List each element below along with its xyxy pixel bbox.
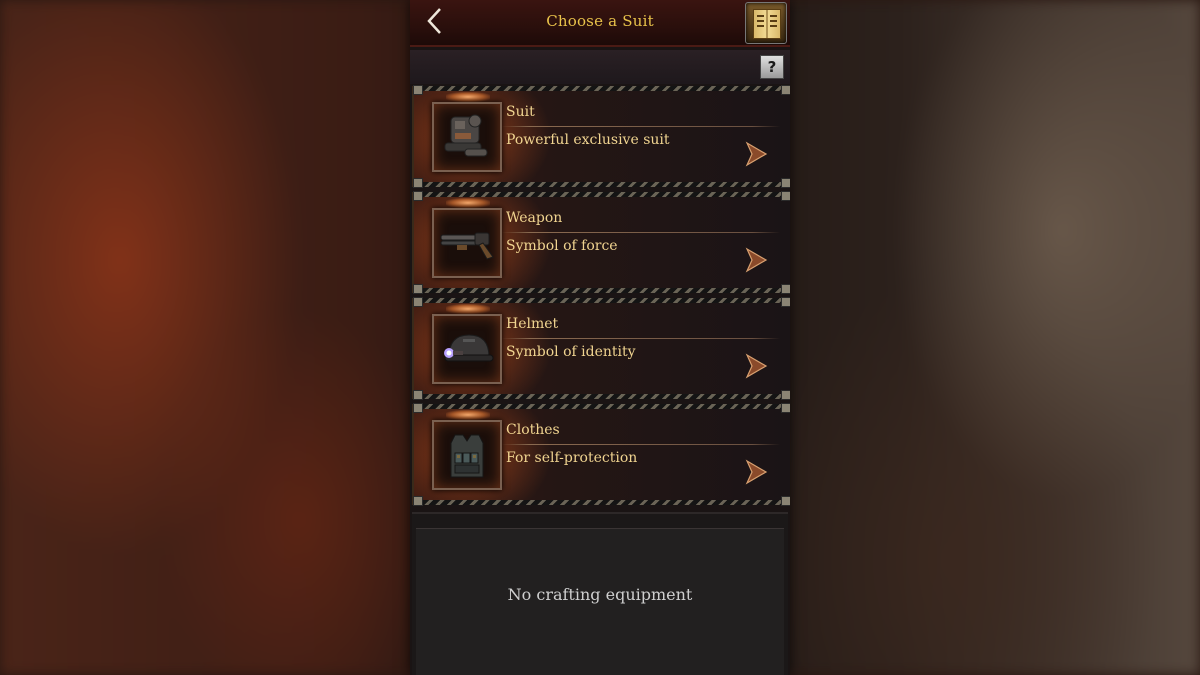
bolt — [413, 297, 423, 307]
item-icon-frame — [432, 102, 502, 172]
divider — [502, 232, 780, 233]
book-icon — [753, 9, 781, 39]
hazard-stripe — [422, 182, 782, 187]
bolt — [413, 496, 423, 506]
item-icon-frame — [432, 208, 502, 278]
game-window: Choose a Suit ? Suit Powerful exclusive … — [410, 0, 790, 675]
category-description: Symbol of force — [506, 238, 618, 254]
lamp-glow — [446, 92, 490, 102]
chevron-left-icon — [427, 8, 441, 34]
chevron-right-icon — [745, 353, 768, 379]
hazard-stripe — [422, 86, 782, 91]
bolt — [781, 191, 790, 201]
item-icon-frame — [432, 314, 502, 384]
category-description: Powerful exclusive suit — [506, 132, 670, 148]
divider — [502, 338, 780, 339]
bolt — [413, 85, 423, 95]
crafting-list: No crafting equipment — [416, 528, 784, 675]
bolt — [413, 403, 423, 413]
category-name: Clothes — [506, 422, 560, 438]
shotgun-icon — [440, 232, 494, 260]
divider — [502, 444, 780, 445]
chevron-right-icon — [745, 459, 768, 485]
book-button[interactable] — [745, 2, 787, 44]
bolt — [781, 390, 790, 400]
vest-icon — [450, 434, 484, 478]
category-description: For self-protection — [506, 450, 638, 466]
info-bar: ? — [410, 50, 790, 84]
bolt — [413, 390, 423, 400]
divider — [502, 126, 780, 127]
bolt — [781, 85, 790, 95]
top-bar: Choose a Suit — [410, 0, 790, 47]
hazard-stripe — [422, 298, 782, 303]
bolt — [781, 284, 790, 294]
category-card-helmet[interactable]: Helmet Symbol of identity — [412, 297, 790, 400]
crafting-panel: No crafting equipment — [412, 512, 788, 675]
chevron-right-icon — [745, 247, 768, 273]
bolt — [413, 178, 423, 188]
hazard-stripe — [422, 404, 782, 409]
bolt — [781, 297, 790, 307]
back-button[interactable] — [420, 4, 450, 38]
category-card-suit[interactable]: Suit Powerful exclusive suit — [412, 85, 790, 188]
lamp-glow — [446, 198, 490, 208]
bolt — [413, 284, 423, 294]
bolt — [781, 178, 790, 188]
item-icon-frame — [432, 420, 502, 490]
lamp-glow — [446, 304, 490, 314]
helmet-icon — [444, 334, 494, 362]
hazard-stripe — [422, 500, 782, 505]
bolt — [413, 191, 423, 201]
hazard-stripe — [422, 192, 782, 197]
bolt — [781, 496, 790, 506]
category-list: Suit Powerful exclusive suit Weapon Symb… — [410, 85, 790, 510]
category-card-clothes[interactable]: Clothes For self-protection — [412, 403, 790, 506]
help-button[interactable]: ? — [760, 55, 784, 79]
category-description: Symbol of identity — [506, 344, 636, 360]
armor-suit-icon — [444, 114, 488, 157]
bolt — [781, 403, 790, 413]
category-card-weapon[interactable]: Weapon Symbol of force — [412, 191, 790, 294]
page-title: Choose a Suit — [546, 12, 654, 30]
lamp-glow — [446, 410, 490, 420]
chevron-right-icon — [745, 141, 768, 167]
hazard-stripe — [422, 288, 782, 293]
category-name: Weapon — [506, 210, 563, 226]
category-name: Suit — [506, 104, 535, 120]
empty-state-text: No crafting equipment — [507, 585, 693, 604]
category-name: Helmet — [506, 316, 559, 332]
hazard-stripe — [422, 394, 782, 399]
